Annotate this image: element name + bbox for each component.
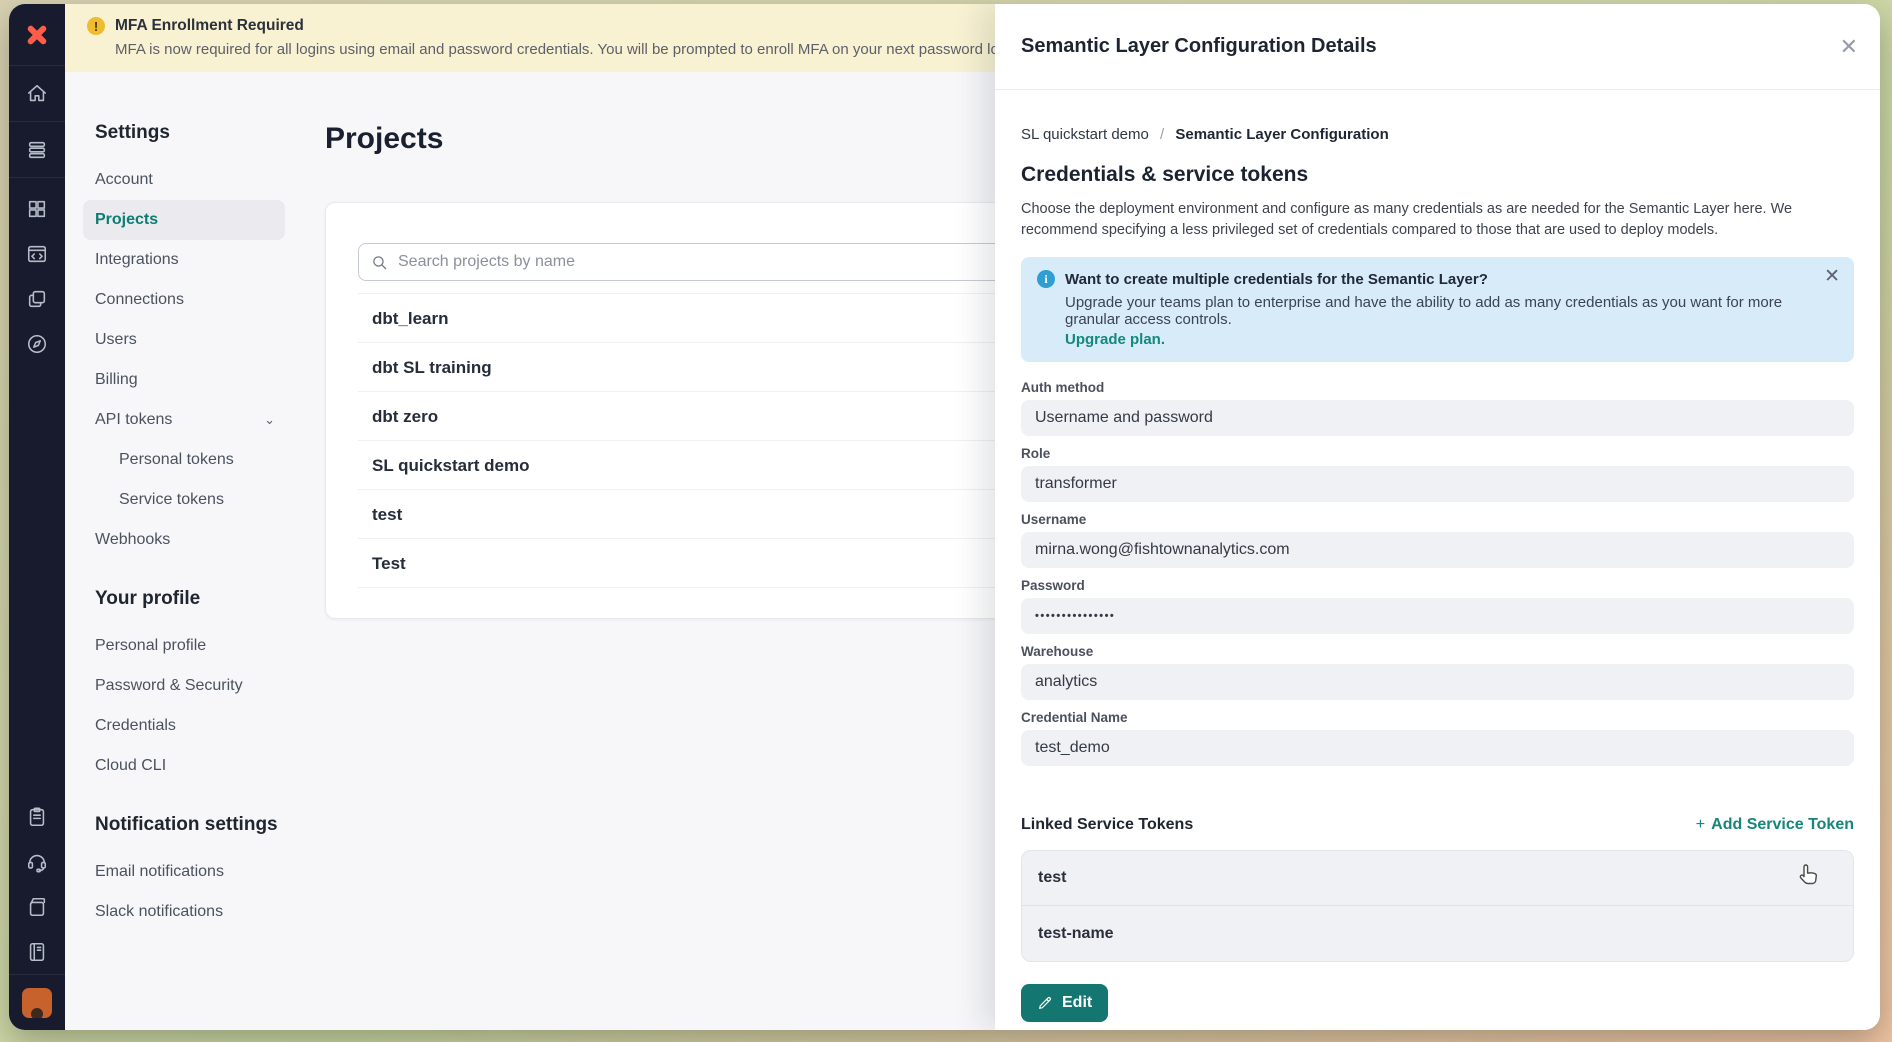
notifications-nav-list: Email notificationsSlack notifications [95, 852, 285, 932]
search-icon [371, 254, 388, 271]
breadcrumb-page: Semantic Layer Configuration [1175, 126, 1388, 143]
settings-nav-item[interactable]: Personal tokens ⌄ [83, 440, 285, 480]
form-field: Auth method Username and password [1021, 380, 1854, 436]
nav-item-label: Personal tokens [119, 451, 234, 468]
home-icon[interactable] [9, 66, 65, 122]
settings-nav-list: Account ⌄ Projects ⌄ Integrations [95, 160, 285, 560]
settings-nav-item[interactable]: API tokens ⌄ [83, 400, 285, 440]
profile-nav-item[interactable]: Password & Security [83, 666, 285, 706]
section-description: Choose the deployment environment and co… [1021, 199, 1854, 241]
settings-nav: Settings Account ⌄ Projects ⌄ [95, 122, 285, 932]
nav-item-label: Connections [95, 291, 184, 308]
form-field: Warehouse analytics [1021, 644, 1854, 700]
nav-item-label: Projects [95, 211, 158, 228]
settings-nav-item[interactable]: Integrations ⌄ [83, 240, 285, 280]
field-value: transformer [1021, 466, 1854, 502]
upgrade-callout: i Want to create multiple credentials fo… [1021, 257, 1854, 362]
field-value: analytics [1021, 664, 1854, 700]
settings-nav-item[interactable]: Users ⌄ [83, 320, 285, 360]
profile-nav-item[interactable]: Credentials [83, 706, 285, 746]
pencil-icon [1037, 995, 1053, 1011]
field-label: Password [1021, 578, 1854, 593]
explore-compass-icon[interactable] [9, 321, 65, 366]
add-service-token-button[interactable]: +Add Service Token [1696, 816, 1854, 834]
avatar-image [22, 988, 52, 1018]
copy-icon[interactable] [9, 276, 65, 321]
field-label: Warehouse [1021, 644, 1854, 659]
docs-book-icon[interactable] [9, 884, 65, 929]
semantic-layer-panel: Semantic Layer Configuration Details ✕ S… [995, 4, 1880, 1030]
settings-nav-item[interactable]: Webhooks ⌄ [83, 520, 285, 560]
profile-nav-item[interactable]: Personal profile [83, 626, 285, 666]
field-label: Auth method [1021, 380, 1854, 395]
chevron-down-icon: ⌄ [264, 400, 275, 440]
profile-nav-list: Personal profilePassword & SecurityCrede… [95, 626, 285, 786]
breadcrumb: SL quickstart demo / Semantic Layer Conf… [1021, 126, 1854, 143]
support-headset-icon[interactable] [9, 839, 65, 884]
rail-spacer [9, 366, 65, 794]
changelog-notebook-icon[interactable] [9, 929, 65, 974]
field-value: Username and password [1021, 400, 1854, 436]
close-icon[interactable]: ✕ [1840, 36, 1858, 58]
callout-close-icon[interactable]: ✕ [1824, 267, 1840, 286]
deploy-stack-icon[interactable] [9, 122, 65, 178]
banner-title: MFA Enrollment Required [115, 17, 304, 35]
form-field: Password ••••••••••••••• [1021, 578, 1854, 634]
callout-title: Want to create multiple credentials for … [1065, 271, 1488, 288]
panel-header: Semantic Layer Configuration Details ✕ [995, 4, 1880, 90]
settings-nav-item[interactable]: Projects ⌄ [83, 200, 285, 240]
form-field: Credential Name test_demo [1021, 710, 1854, 766]
service-token-row: test-name [1022, 906, 1853, 961]
field-label: Username [1021, 512, 1854, 527]
callout-body: Upgrade your teams plan to enterprise an… [1065, 294, 1810, 328]
linked-tokens-header: Linked Service Tokens +Add Service Token [1021, 816, 1854, 834]
dbt-logo[interactable] [9, 4, 65, 66]
nav-item-label: Account [95, 171, 153, 188]
nav-item-label: Billing [95, 371, 138, 388]
app-window: ! MFA Enrollment Required MFA is now req… [9, 4, 1880, 1030]
develop-code-icon[interactable] [9, 231, 65, 276]
warning-icon: ! [87, 17, 105, 35]
nav-item-label: Webhooks [95, 531, 170, 548]
form-field: Username mirna.wong@fishtownanalytics.co… [1021, 512, 1854, 568]
section-title: Credentials & service tokens [1021, 163, 1854, 187]
nav-item-label: Integrations [95, 251, 179, 268]
nav-item-label: Users [95, 331, 137, 348]
settings-nav-title: Settings [95, 122, 285, 144]
dashboard-grid-icon[interactable] [9, 186, 65, 231]
settings-nav-item[interactable]: Service tokens ⌄ [83, 480, 285, 520]
settings-nav-item[interactable]: Billing ⌄ [83, 360, 285, 400]
field-value: test_demo [1021, 730, 1854, 766]
breadcrumb-project[interactable]: SL quickstart demo [1021, 126, 1149, 143]
service-token-row: test [1022, 851, 1853, 906]
notification-nav-item[interactable]: Slack notifications [83, 892, 285, 932]
upgrade-plan-link[interactable]: Upgrade plan. [1065, 331, 1165, 348]
info-icon: i [1037, 270, 1055, 288]
field-label: Credential Name [1021, 710, 1854, 725]
nav-item-label: API tokens [95, 400, 172, 440]
service-token-list: testtest-name [1021, 850, 1854, 962]
user-avatar[interactable] [9, 974, 65, 1030]
tasks-clipboard-icon[interactable] [9, 794, 65, 839]
settings-nav-item[interactable]: Account ⌄ [83, 160, 285, 200]
form-field: Role transformer [1021, 446, 1854, 502]
profile-nav-title: Your profile [95, 588, 285, 610]
panel-body: SL quickstart demo / Semantic Layer Conf… [995, 90, 1880, 1030]
notifications-nav-title: Notification settings [95, 814, 285, 836]
settings-nav-item[interactable]: Connections ⌄ [83, 280, 285, 320]
profile-nav-item[interactable]: Cloud CLI [83, 746, 285, 786]
edit-button[interactable]: Edit [1021, 984, 1108, 1022]
credential-fields: Auth method Username and password Role t… [1021, 380, 1854, 766]
plus-icon: + [1696, 816, 1705, 833]
breadcrumb-separator: / [1160, 126, 1164, 143]
left-rail [9, 4, 65, 1030]
linked-tokens-title: Linked Service Tokens [1021, 816, 1193, 834]
field-value: mirna.wong@fishtownanalytics.com [1021, 532, 1854, 568]
desktop-background: ! MFA Enrollment Required MFA is now req… [0, 0, 1892, 1042]
field-value: ••••••••••••••• [1021, 598, 1854, 634]
nav-item-label: Service tokens [119, 491, 224, 508]
field-label: Role [1021, 446, 1854, 461]
panel-title: Semantic Layer Configuration Details [1021, 35, 1377, 58]
notification-nav-item[interactable]: Email notifications [83, 852, 285, 892]
